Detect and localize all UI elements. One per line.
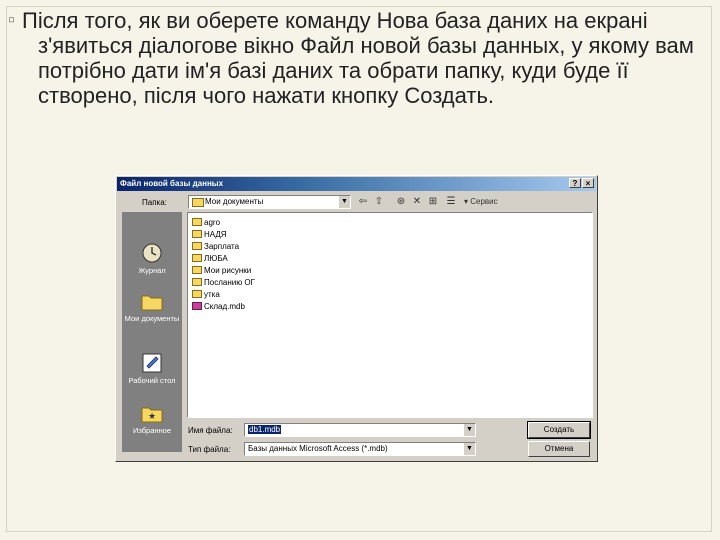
new-folder-icon[interactable]: ⊞ (426, 196, 440, 208)
place-favorites-label: Избранное (132, 426, 171, 435)
history-icon (140, 242, 164, 264)
folder-icon (192, 278, 202, 286)
place-desktop[interactable]: Рабочий стол (122, 352, 182, 385)
tools-label: Сервис (470, 197, 498, 206)
list-item[interactable]: Мои рисунки (192, 265, 251, 277)
folder-icon (192, 266, 202, 274)
help-button[interactable]: ? (569, 178, 581, 188)
filetype-select[interactable]: Базы данных Microsoft Access (*.mdb) ▼ (244, 442, 476, 456)
filename-label: Имя файла: (188, 426, 233, 435)
place-favorites[interactable]: ★ Избранное (122, 402, 182, 435)
delete-icon[interactable]: ✕ (410, 196, 424, 208)
chevron-down-icon[interactable]: ▼ (338, 196, 350, 208)
place-my-documents[interactable]: Мои документы (122, 290, 182, 323)
close-button[interactable]: × (582, 178, 594, 188)
new-database-dialog: Файл новой базы данных ? × Папка: Мои до… (115, 175, 598, 462)
favorites-icon: ★ (140, 402, 164, 424)
my-documents-icon (140, 290, 164, 312)
bullet-icon: ▫ (8, 9, 16, 31)
database-file-icon (192, 302, 202, 310)
dialog-titlebar: Файл новой базы данных (117, 177, 596, 191)
up-folder-icon[interactable]: ⇧ (372, 196, 386, 208)
folder-icon (192, 218, 202, 226)
file-list[interactable]: agro НАДЯ Зарплата ЛЮБА Мои рисунки Посл… (187, 212, 593, 418)
tools-icon: ▾ (464, 197, 469, 206)
list-item[interactable]: Зарплата (192, 241, 239, 253)
slide-paragraph: Після того, як ви оберете команду Нова б… (22, 8, 694, 108)
folder-icon (192, 230, 202, 238)
back-icon[interactable]: ⇦ (356, 196, 370, 208)
folder-icon (192, 242, 202, 250)
folder-icon (192, 254, 202, 262)
svg-text:★: ★ (148, 411, 156, 421)
list-item[interactable]: утка (192, 289, 220, 301)
search-web-icon[interactable]: ⊛ (394, 196, 408, 208)
cancel-button[interactable]: Отмена (528, 441, 590, 457)
place-my-documents-label: Мои документы (124, 314, 180, 323)
folder-select-value: Мои документы (205, 197, 264, 206)
views-icon[interactable]: ☰ (444, 196, 458, 208)
list-item[interactable]: НАДЯ (192, 229, 227, 241)
list-item[interactable]: agro (192, 217, 220, 229)
place-desktop-label: Рабочий стол (128, 376, 176, 385)
list-item[interactable]: Склад.mdb (192, 301, 245, 313)
folder-icon (192, 198, 204, 207)
chevron-down-icon[interactable]: ▼ (463, 424, 475, 436)
list-item[interactable]: ЛЮБА (192, 253, 228, 265)
list-item[interactable]: Посланию ОГ (192, 277, 255, 289)
filetype-value: Базы данных Microsoft Access (*.mdb) (248, 444, 388, 453)
filetype-label: Тип файла: (188, 445, 231, 454)
slide-body: ▫ Після того, як ви оберете команду Нова… (8, 8, 702, 108)
chevron-down-icon[interactable]: ▼ (463, 443, 475, 455)
dialog-title: Файл новой базы данных (120, 179, 224, 188)
folder-label: Папка: (142, 198, 167, 207)
folder-icon (192, 290, 202, 298)
desktop-icon (140, 352, 164, 374)
filename-input[interactable]: db1.mdb ▼ (244, 423, 476, 437)
tools-menu[interactable]: ▾ Сервис (464, 196, 508, 208)
places-bar: Журнал Мои документы Рабочий стол ★ Избр… (122, 212, 182, 452)
filename-value: db1.mdb (248, 425, 282, 434)
place-history-label: Журнал (138, 266, 166, 275)
create-button[interactable]: Создать (527, 421, 591, 439)
place-history[interactable]: Журнал (122, 242, 182, 275)
folder-select[interactable]: Мои документы ▼ (188, 195, 351, 209)
